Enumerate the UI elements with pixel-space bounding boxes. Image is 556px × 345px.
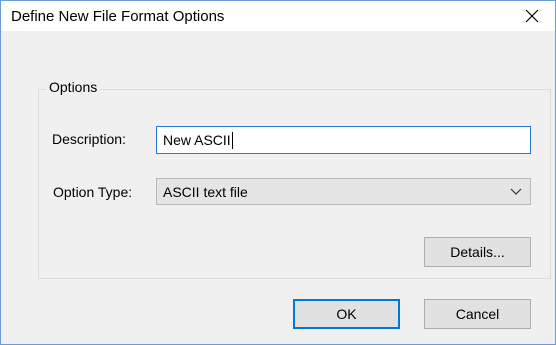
- option-type-label: Option Type:: [53, 184, 133, 200]
- description-label: Description:: [52, 131, 126, 147]
- option-type-select[interactable]: ASCII text file: [156, 178, 531, 205]
- chevron-down-icon: [510, 188, 522, 195]
- options-group-legend: Options: [46, 79, 101, 95]
- dialog-window: Define New File Format Options Options D…: [0, 0, 556, 345]
- title-bar: Define New File Format Options: [1, 1, 555, 31]
- description-field[interactable]: New ASCII: [156, 126, 531, 154]
- dialog-title: Define New File Format Options: [11, 8, 225, 25]
- details-button[interactable]: Details...: [424, 237, 531, 267]
- ok-button[interactable]: OK: [293, 299, 400, 329]
- close-icon: [525, 9, 539, 23]
- option-type-value: ASCII text file: [163, 183, 248, 200]
- close-button[interactable]: [509, 1, 555, 31]
- cancel-button[interactable]: Cancel: [424, 299, 531, 329]
- description-value: New ASCII: [163, 132, 231, 148]
- text-caret: [231, 131, 233, 149]
